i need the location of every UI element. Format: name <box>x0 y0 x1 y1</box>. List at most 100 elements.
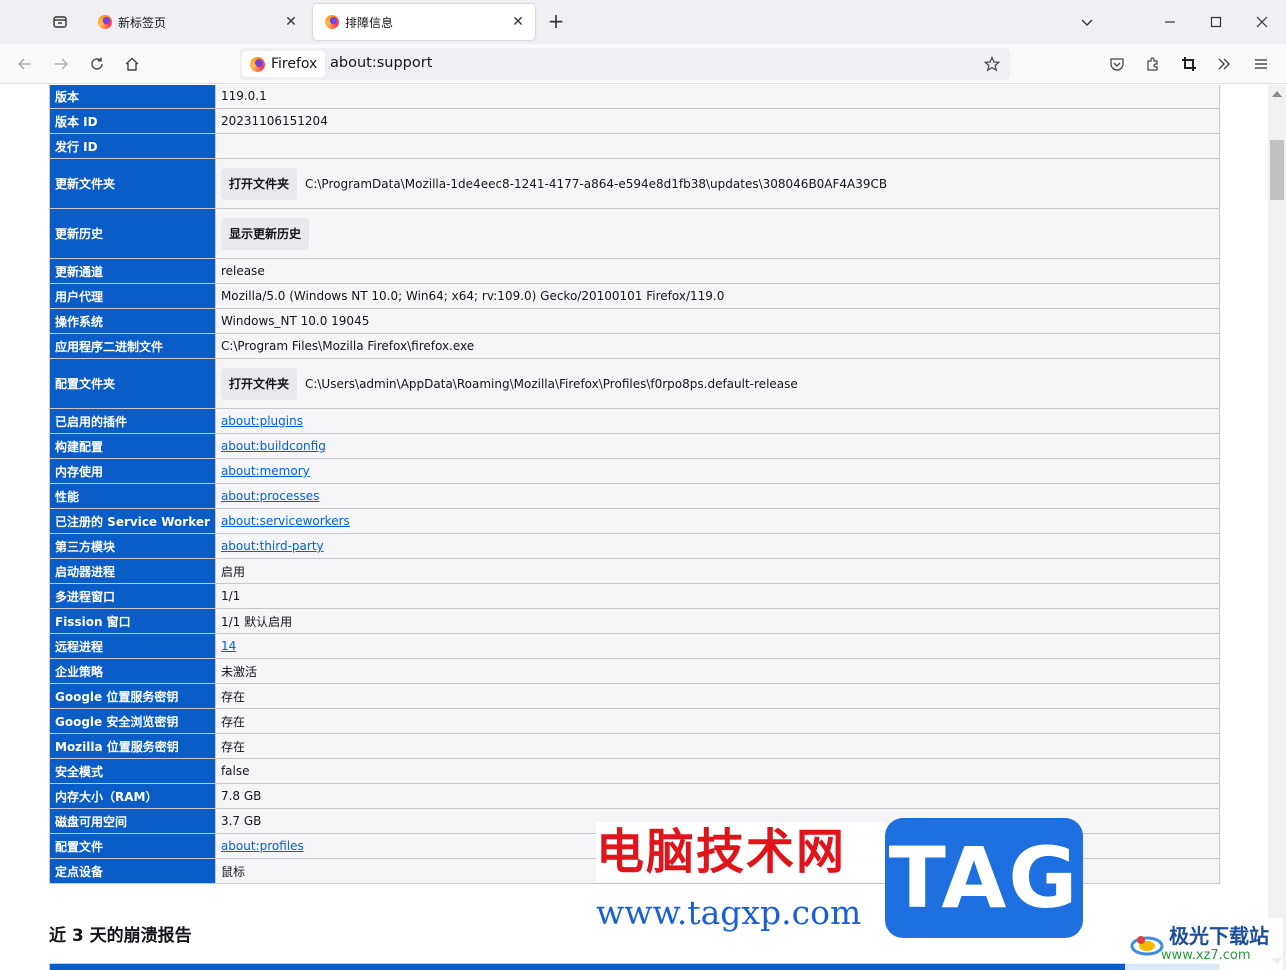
table-row: 更新通道 release <box>49 258 1221 284</box>
row-label: 定点设备 <box>49 858 216 884</box>
reload-button[interactable] <box>83 50 111 78</box>
table-row: Google 位置服务密钥 存在 <box>49 683 1221 709</box>
firefox-view-icon <box>53 16 67 28</box>
row-label: 第三方模块 <box>49 533 216 559</box>
row-link[interactable]: about:memory <box>221 464 310 478</box>
overflow-menu-button[interactable] <box>1210 50 1238 78</box>
row-value: 存在 <box>220 714 245 729</box>
back-arrow-icon <box>18 58 31 70</box>
row-value-cell: about:plugins <box>214 408 1221 434</box>
scrollbar-thumb[interactable] <box>1270 140 1284 200</box>
row-value-cell: 14 <box>214 633 1221 659</box>
table-row: 内存大小（RAM） 7.8 GB <box>49 783 1221 809</box>
table-row: 安全模式 false <box>49 758 1221 784</box>
back-button[interactable] <box>11 50 39 78</box>
watermark-tag-label: TAG <box>888 829 1080 927</box>
row-value: 1/1 <box>220 589 241 603</box>
row-label: 版本 <box>49 85 216 109</box>
row-label: 已启用的插件 <box>49 408 216 434</box>
row-label: 更新文件夹 <box>49 158 216 209</box>
row-value-cell: C:\Program Files\Mozilla Firefox\firefox… <box>214 333 1221 359</box>
row-label: 内存大小（RAM） <box>49 783 216 809</box>
row-label: 用户代理 <box>49 283 216 309</box>
scroll-up-arrow-icon[interactable] <box>1272 91 1282 97</box>
extensions-button[interactable] <box>1139 50 1167 78</box>
table-row: 配置文件夹 打开文件夹 C:\Users\admin\AppData\Roaming… <box>49 358 1221 409</box>
row-link[interactable]: about:buildconfig <box>221 439 326 453</box>
crash-reports-table <box>49 963 1220 970</box>
table-row: 构建配置 about:buildconfig <box>49 433 1221 459</box>
table-row: 已启用的插件 about:plugins <box>49 408 1221 434</box>
row-value: 存在 <box>220 739 245 754</box>
table-row: 版本 119.0.1 <box>49 85 1221 109</box>
row-value-cell: 1/1 默认启用 <box>214 608 1221 634</box>
row-label: 版本 ID <box>49 108 216 134</box>
close-tab-icon[interactable]: ✕ <box>509 13 527 31</box>
tab-troubleshooting[interactable]: 排障信息 ✕ <box>313 4 535 40</box>
identity-box[interactable]: Firefox <box>242 51 326 77</box>
watermark-tag-logo: TAG <box>885 818 1083 938</box>
forward-button[interactable] <box>47 50 75 78</box>
row-value: 20231106151204 <box>220 114 328 128</box>
row-value: C:\ProgramData\Mozilla-1de4eec8-1241-417… <box>304 176 888 191</box>
row-value: release <box>220 264 265 278</box>
maximize-button[interactable] <box>1202 8 1230 36</box>
firefox-view-button[interactable] <box>42 8 78 36</box>
row-value-cell: 存在 <box>214 733 1221 759</box>
address-bar[interactable]: Firefox about:support <box>240 48 1010 80</box>
close-window-button[interactable] <box>1248 8 1276 36</box>
row-value: false <box>220 764 250 778</box>
home-button[interactable] <box>118 50 146 78</box>
pocket-button[interactable] <box>1103 50 1131 78</box>
firefox-favicon-icon <box>98 15 112 29</box>
row-value-cell: 打开文件夹 C:\ProgramData\Mozilla-1de4eec8-124… <box>214 158 1221 209</box>
row-value-cell: 存在 <box>214 708 1221 734</box>
row-value-cell: release <box>214 258 1221 284</box>
row-action-button[interactable]: 打开文件夹 <box>220 367 297 400</box>
tab-new-tab[interactable]: 新标签页 ✕ <box>86 4 308 40</box>
row-label: 配置文件夹 <box>49 358 216 409</box>
table-row: Fission 窗口 1/1 默认启用 <box>49 608 1221 634</box>
row-value-cell: Windows_NT 10.0 19045 <box>214 308 1221 334</box>
star-icon <box>984 56 1000 72</box>
tab-strip: 新标签页 ✕ 排障信息 ✕ + <box>0 0 1286 44</box>
row-value-cell: about:third-party <box>214 533 1221 559</box>
row-link[interactable]: 14 <box>221 639 236 653</box>
vertical-scrollbar[interactable] <box>1268 85 1286 970</box>
close-tab-icon[interactable]: ✕ <box>282 13 300 31</box>
row-label: 多进程窗口 <box>49 583 216 609</box>
row-link[interactable]: about:profiles <box>221 839 304 853</box>
row-action-button[interactable]: 显示更新历史 <box>220 217 309 250</box>
watermark-url: www.tagxp.com <box>596 888 881 938</box>
screenshot-button[interactable] <box>1175 50 1203 78</box>
navigation-toolbar: Firefox about:support <box>0 44 1286 84</box>
row-link[interactable]: about:processes <box>221 489 319 503</box>
row-label: 性能 <box>49 483 216 509</box>
new-tab-button[interactable]: + <box>542 8 570 36</box>
row-link[interactable]: about:serviceworkers <box>221 514 350 528</box>
url-text[interactable]: about:support <box>330 55 432 71</box>
minimize-icon <box>1165 21 1175 23</box>
firefox-logo-icon <box>250 56 265 72</box>
list-all-tabs-button[interactable] <box>1073 8 1101 36</box>
application-basics-table: 版本 119.0.1 版本 ID 20231106151204 发行 ID 更新文件夹 打开… <box>49 85 1221 884</box>
row-value-cell: 启用 <box>214 558 1221 584</box>
row-link[interactable]: about:plugins <box>221 414 303 428</box>
minimize-button[interactable] <box>1156 8 1184 36</box>
row-link[interactable]: about:third-party <box>221 539 324 553</box>
table-row: 用户代理 Mozilla/5.0 (Windows NT 10.0; Win64;… <box>49 283 1221 309</box>
table-row: 更新文件夹 打开文件夹 C:\ProgramData\Mozilla-1de4eec… <box>49 158 1221 209</box>
hamburger-menu-icon <box>1255 59 1267 69</box>
identity-label: Firefox <box>271 56 318 72</box>
row-action-button[interactable]: 打开文件夹 <box>220 167 297 200</box>
reload-icon <box>91 57 103 70</box>
row-value-cell: 打开文件夹 C:\Users\admin\AppData\Roaming\Mozi… <box>214 358 1221 409</box>
bookmark-star-button[interactable] <box>980 52 1004 76</box>
home-icon <box>125 57 139 71</box>
row-label: Fission 窗口 <box>49 608 216 634</box>
app-menu-button[interactable] <box>1247 50 1275 78</box>
row-value: 启用 <box>220 564 245 579</box>
row-label: 磁盘可用空间 <box>49 808 216 834</box>
table-row: 性能 about:processes <box>49 483 1221 509</box>
row-label: 更新通道 <box>49 258 216 284</box>
